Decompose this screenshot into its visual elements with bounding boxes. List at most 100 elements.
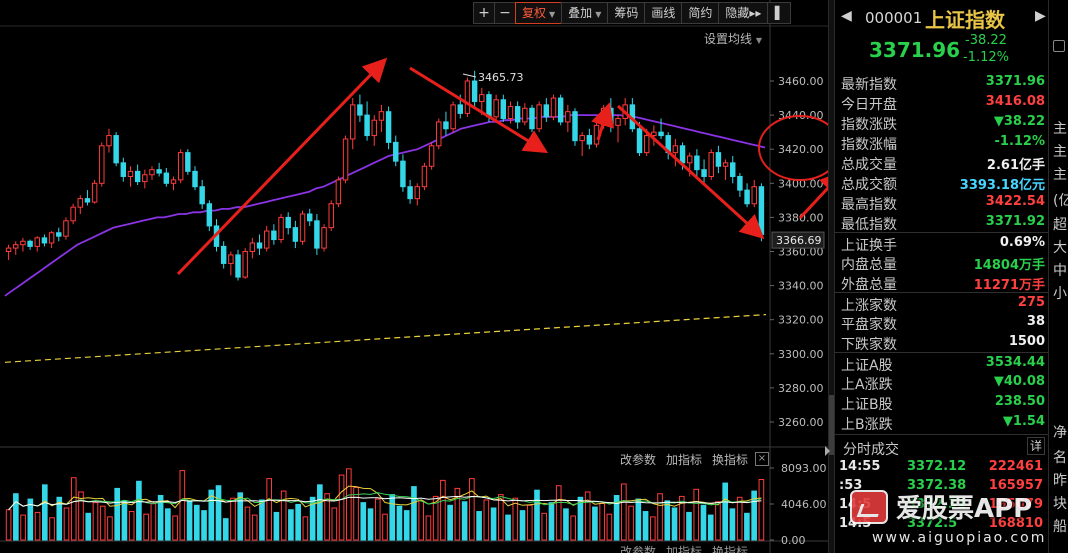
strip-label: 名 xyxy=(1053,450,1067,466)
settings-icon[interactable] xyxy=(1053,40,1065,52)
quote-row: 上证换手 0.69% xyxy=(835,232,1049,254)
tick-detail-button[interactable]: 详 xyxy=(1027,437,1045,455)
quote-row: 指数涨跌 ▼38.22 xyxy=(835,112,1049,133)
volume-axis-label: 8093.00 xyxy=(781,462,827,475)
price-change-percent: -1.12% xyxy=(963,50,1009,65)
candle-down xyxy=(744,189,750,205)
volume-bar-down xyxy=(722,482,729,541)
volume-ma-line xyxy=(8,485,762,511)
expand-arrow-icon[interactable] xyxy=(825,446,830,456)
add-indicator-button[interactable]: 加指标 xyxy=(666,451,702,468)
candle-up xyxy=(63,220,69,237)
kline-chart[interactable]: 3460.003440.003420.003400.003380.003360.… xyxy=(0,0,828,553)
adjust-dropdown[interactable]: 复权 ▼ xyxy=(515,2,563,24)
switch-indicator-button-2[interactable]: 换指标 xyxy=(712,543,748,553)
prev-symbol-button[interactable]: ◀ xyxy=(841,8,852,24)
quote-row-value: 11271万手 xyxy=(973,278,1045,293)
volume-bar-down xyxy=(114,487,121,541)
candle-up xyxy=(615,118,621,126)
candle-up xyxy=(507,106,514,120)
panel-toggle-button[interactable]: ▌ xyxy=(767,2,792,24)
zoom-out-button[interactable]: − xyxy=(494,2,516,24)
candle-down xyxy=(715,152,722,167)
hide-button[interactable]: 隐藏▸▸ xyxy=(718,2,769,24)
candle-up xyxy=(651,131,657,137)
overlay-dropdown[interactable]: 叠加 ▼ xyxy=(561,2,609,24)
quote-header: ◀ 000001 上证指数 ▶ xyxy=(835,0,1049,34)
candle-up xyxy=(34,237,40,247)
volume-bar-up xyxy=(345,468,352,541)
volume-bar-up xyxy=(621,483,627,541)
volume-bar-down xyxy=(186,501,193,541)
simple-mode-button[interactable]: 简约 xyxy=(681,2,720,24)
high-price-label: 3465.73 xyxy=(478,71,524,84)
ma-very-long-line xyxy=(4,313,767,363)
volume-bar-up xyxy=(353,487,359,541)
candle-down xyxy=(185,152,191,172)
volume-bar-down xyxy=(534,489,540,541)
candle-up xyxy=(378,111,385,121)
candle-down xyxy=(658,131,664,137)
double-arrow-icon: ▸▸ xyxy=(749,6,762,20)
candle-up xyxy=(479,94,485,102)
kline-chart-area[interactable]: 3460.003440.003420.003400.003380.003360.… xyxy=(0,0,828,553)
volume-bar-up xyxy=(172,515,178,541)
edit-params-button[interactable]: 改参数 xyxy=(620,451,656,468)
zoom-in-button[interactable]: + xyxy=(473,2,495,24)
volume-bar-up xyxy=(266,478,273,541)
switch-indicator-button[interactable]: 换指标 xyxy=(712,451,748,468)
volume-bar-down xyxy=(295,503,301,541)
volume-bar-up xyxy=(107,516,113,541)
chips-button[interactable]: 筹码 xyxy=(607,2,646,24)
volume-bar-down xyxy=(222,518,229,541)
volume-bar-down xyxy=(136,480,142,541)
price-change: -38.22 xyxy=(965,33,1007,48)
volume-bar-down xyxy=(505,514,511,541)
volume-bar-down xyxy=(686,511,692,541)
quote-row-value: 1500 xyxy=(1008,334,1045,349)
candle-down xyxy=(514,106,521,123)
quote-row-value: 38 xyxy=(1026,314,1045,329)
draw-line-button[interactable]: 画线 xyxy=(644,2,683,24)
candle-up xyxy=(106,135,112,147)
volume-bar-up xyxy=(758,479,765,541)
candle-down xyxy=(113,135,119,164)
brand-logo-icon xyxy=(850,490,888,524)
volume-bar-up xyxy=(244,506,251,541)
volume-bar-down xyxy=(447,504,453,541)
candle-down xyxy=(56,232,62,237)
quote-row: 上B涨跌 ▼1.54 xyxy=(835,412,1049,433)
tick-row: 14:55 3372.12 222461 xyxy=(835,457,1049,477)
edit-params-button-2[interactable]: 改参数 xyxy=(620,543,656,553)
current-price: 3371.96 xyxy=(869,38,961,62)
quote-row: 最高指数 3422.54 xyxy=(835,192,1049,213)
volume-bar-up xyxy=(599,503,605,541)
quote-row-label: 最高指数 xyxy=(841,197,897,213)
annotation-arrow xyxy=(176,57,388,276)
next-symbol-button[interactable]: ▶ xyxy=(1035,8,1046,24)
volume-bar-down xyxy=(193,504,200,541)
volume-bar-up xyxy=(34,511,41,541)
candle-down xyxy=(730,162,736,177)
tick-trades-header: 分时成交 详 xyxy=(835,434,1049,458)
volume-bar-up xyxy=(736,496,743,541)
candle-down xyxy=(400,160,406,188)
quote-row-label: 内盘总量 xyxy=(841,257,897,273)
ma-settings-dropdown[interactable]: 设置均线 ▼ xyxy=(704,30,762,47)
volume-bar-down xyxy=(476,511,482,541)
candle-up xyxy=(686,155,693,164)
candle-down xyxy=(314,220,320,249)
volume-bar-down xyxy=(237,492,244,541)
candle-up xyxy=(20,240,26,246)
price-axis-label: 3460.00 xyxy=(778,75,824,88)
candle-down xyxy=(543,104,550,118)
ma-settings-label: 设置均线 xyxy=(704,32,753,46)
add-indicator-button-2[interactable]: 加指标 xyxy=(666,543,702,553)
candle-up xyxy=(450,104,456,130)
symbol-code: 000001 xyxy=(865,9,923,27)
volume-bar-down xyxy=(201,510,207,541)
close-volume-panel-button[interactable]: × xyxy=(755,452,769,466)
candle-up xyxy=(5,247,12,252)
quote-row: 上证A股 3534.44 xyxy=(835,352,1049,374)
candle-up xyxy=(342,138,349,181)
